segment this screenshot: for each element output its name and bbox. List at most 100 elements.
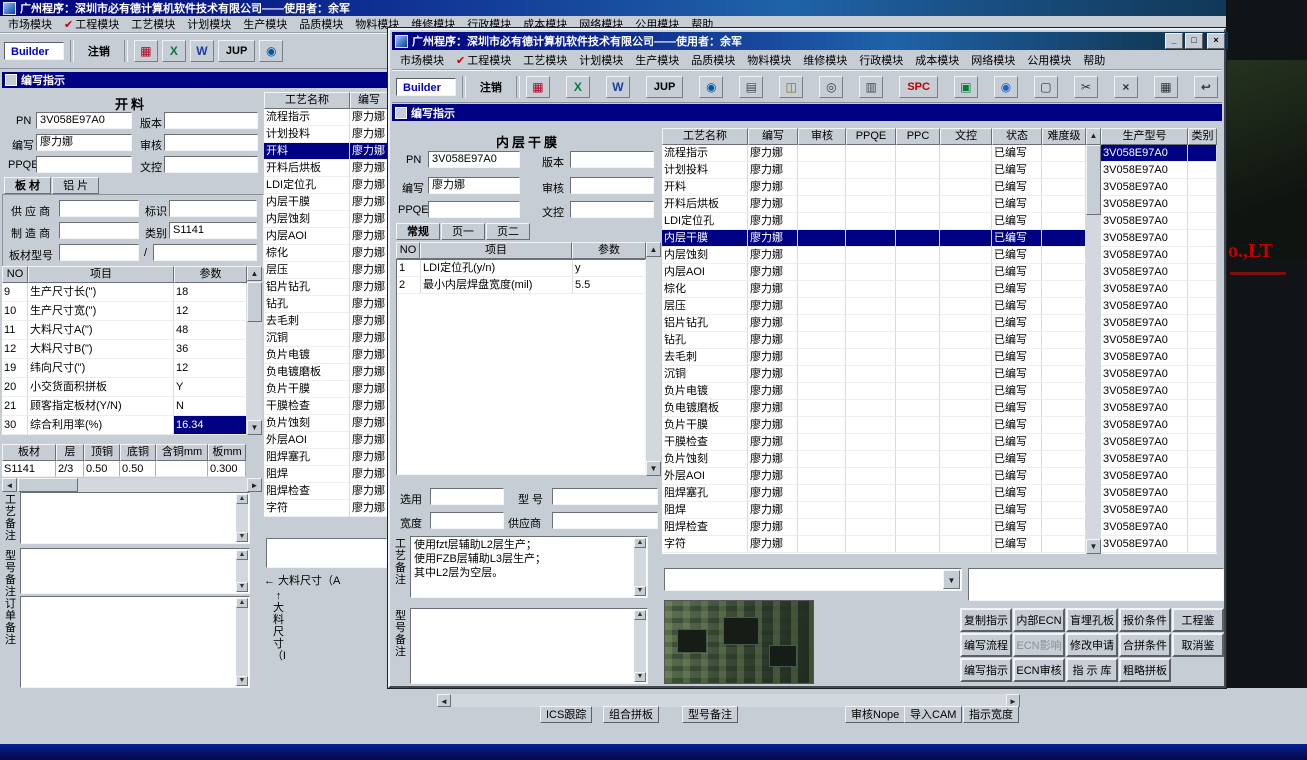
menu-item-工艺模块[interactable]: 工艺模块 <box>125 15 181 33</box>
ppqe-field[interactable] <box>428 201 520 218</box>
param-row[interactable]: 10 生产尺寸宽(") 12 <box>2 302 247 321</box>
process-row[interactable]: 沉铜 廖力娜 <box>264 330 390 347</box>
tab-board[interactable]: 板 材 <box>4 177 52 194</box>
bottom-button-指示宽度[interactable]: 指示宽度 <box>963 706 1019 723</box>
column-header-底铜[interactable]: 底铜 <box>120 444 156 461</box>
board-row[interactable]: S1141 2/3 0.50 0.50 0.300 <box>2 461 246 477</box>
model-row[interactable]: 3V058E97A0 <box>1101 196 1217 213</box>
word-icon[interactable]: W <box>189 40 214 62</box>
process-row[interactable]: 内层AOI 廖力娜 已编写 <box>662 264 1086 281</box>
process-row[interactable]: 沉铜 廖力娜 已编写 <box>662 366 1086 383</box>
action-button-编写流程[interactable]: 编写流程 <box>960 633 1012 657</box>
save-icon[interactable]: ▦ <box>1153 75 1178 98</box>
jup-button[interactable]: JUP <box>217 40 256 62</box>
logout-button[interactable]: 注销 <box>472 77 510 97</box>
model-row[interactable]: 3V058E97A0 <box>1101 451 1217 468</box>
column-header-项目[interactable]: 项目 <box>420 242 572 259</box>
action-button-内部ECN[interactable]: 内部ECN <box>1013 608 1065 632</box>
param-row[interactable]: 21 顾客指定板材(Y/N) N <box>2 397 247 416</box>
action-button-粗略拼板[interactable]: 粗略拼板 <box>1119 658 1171 682</box>
action-button-报价条件[interactable]: 报价条件 <box>1119 608 1171 632</box>
model-row[interactable]: 3V058E97A0 <box>1101 264 1217 281</box>
menu-item-生产模块[interactable]: 生产模块 <box>237 15 293 33</box>
globe-icon[interactable]: ◉ <box>993 75 1018 98</box>
column-header-工艺名称[interactable]: 工艺名称 <box>662 128 748 145</box>
process-row[interactable]: 内层蚀刻 廖力娜 <box>264 211 390 228</box>
maker-field[interactable] <box>59 222 139 239</box>
process-row[interactable]: LDI定位孔 廖力娜 已编写 <box>662 213 1086 230</box>
model-row[interactable]: 3V058E97A0 <box>1101 162 1217 179</box>
model-row[interactable]: 3V058E97A0 <box>1101 366 1217 383</box>
action-button-指 示 库[interactable]: 指 示 库 <box>1066 658 1118 682</box>
builder-combo[interactable]: Builder <box>396 77 456 96</box>
database-icon[interactable]: ◫ <box>779 75 804 98</box>
process-row[interactable]: 负片蚀刻 廖力娜 已编写 <box>662 451 1086 468</box>
users-icon[interactable]: ◎ <box>819 75 844 98</box>
select-field[interactable] <box>430 488 504 505</box>
param-row[interactable]: 1 LDI定位孔(y/n) y <box>397 260 645 277</box>
model-row[interactable]: 3V058E97A0 <box>1101 247 1217 264</box>
mark-field[interactable] <box>169 200 257 217</box>
model-row[interactable]: 3V058E97A0 <box>1101 179 1217 196</box>
bottom-button-审核Nope[interactable]: 审核Nope <box>845 706 906 723</box>
param-row[interactable]: 2 最小内层焊盘宽度(mil) 5.5 <box>397 277 645 294</box>
spc-button[interactable]: SPC <box>899 75 938 98</box>
process-row[interactable]: 阻焊 廖力娜 <box>264 466 390 483</box>
menu-item-帮助[interactable]: 帮助 <box>1077 51 1111 69</box>
column-header-文控[interactable]: 文控 <box>940 128 992 145</box>
version-field[interactable] <box>570 151 654 168</box>
combo-dropdown-icon[interactable]: ▼ <box>943 570 960 589</box>
column-header-板mm[interactable]: 板mm <box>208 444 246 461</box>
action-button-修改申请[interactable]: 修改申请 <box>1066 633 1118 657</box>
column-header-板材[interactable]: 板材 <box>2 444 56 461</box>
width-field[interactable] <box>430 512 504 529</box>
column-header-参数[interactable]: 参数 <box>174 266 247 283</box>
process-row[interactable]: 负电镀磨板 廖力娜 <box>264 364 390 381</box>
process-row[interactable]: 内层AOI 廖力娜 <box>264 228 390 245</box>
board-model-field[interactable] <box>59 244 139 261</box>
process-row[interactable]: 计划投料 廖力娜 <box>264 126 390 143</box>
tab-page2[interactable]: 页二 <box>486 223 530 240</box>
note-scrollbar[interactable]: ▲ ▼ <box>236 598 248 686</box>
action-button-ECN影响[interactable]: ECN影响 <box>1013 633 1065 657</box>
jup-button[interactable]: JUP <box>645 75 684 98</box>
bottom-button-导入CAM[interactable]: 导入CAM <box>904 706 963 723</box>
process-row[interactable]: 开料后烘板 廖力娜 <box>264 160 390 177</box>
column-header-参数[interactable]: 参数 <box>572 242 646 259</box>
process-row[interactable]: 负片干膜 廖力娜 已编写 <box>662 417 1086 434</box>
column-header-生产型号[interactable]: 生产型号 <box>1101 128 1188 145</box>
order-note-box[interactable]: ▲ ▼ <box>20 596 250 688</box>
process-row[interactable]: 流程指示 廖力娜 <box>264 109 390 126</box>
ppqe-field[interactable] <box>36 156 132 173</box>
process-row[interactable]: 外层AOI 廖力娜 已编写 <box>662 468 1086 485</box>
category-field[interactable]: S1141 <box>169 222 257 239</box>
doc-field[interactable] <box>164 156 258 173</box>
menu-item-工程模块[interactable]: ✔ 工程模块 <box>450 51 517 69</box>
fg-table-scrollbar[interactable]: ▼ <box>1086 145 1101 554</box>
writer-field[interactable]: 廖力娜 <box>36 134 132 151</box>
menu-item-生产模块[interactable]: 生产模块 <box>629 51 685 69</box>
process-row[interactable]: 阻焊塞孔 廖力娜 已编写 <box>662 485 1086 502</box>
column-header-含铜mm[interactable]: 含铜mm <box>156 444 208 461</box>
builder-combo[interactable]: Builder <box>4 42 64 60</box>
delete-icon[interactable]: × <box>1113 75 1138 98</box>
bg-param-scrollbar[interactable]: ▲ ▼ <box>247 266 262 435</box>
model-row[interactable]: 3V058E97A0 <box>1101 502 1217 519</box>
action-button-ECN审核[interactable]: ECN审核 <box>1013 658 1065 682</box>
doc-field[interactable] <box>570 201 654 218</box>
pn-field[interactable]: 3V058E97A0 <box>36 112 132 129</box>
new-doc-icon[interactable]: ▢ <box>1033 75 1058 98</box>
bg-titlebar[interactable]: 广州程序：深圳市必有德计算机软件技术有限公司——使用者：余军 <box>0 0 1307 16</box>
column-header-审核[interactable]: 审核 <box>798 128 846 145</box>
process-row[interactable]: 外层AOI 廖力娜 <box>264 432 390 449</box>
model-row[interactable]: 3V058E97A0 <box>1101 145 1217 162</box>
preview-eye-icon[interactable]: ◉ <box>259 40 284 62</box>
process-row[interactable]: 开料 廖力娜 已编写 <box>662 179 1086 196</box>
tab-general[interactable]: 常规 <box>396 223 440 240</box>
action-button-复制指示[interactable]: 复制指示 <box>960 608 1012 632</box>
minimize-button[interactable]: _ <box>1165 33 1183 49</box>
supplier-field[interactable] <box>552 512 658 529</box>
action-button-盲埋孔板[interactable]: 盲埋孔板 <box>1066 608 1118 632</box>
model-note-box[interactable]: ▲ ▼ <box>20 548 250 594</box>
process-row[interactable]: 阻焊检查 廖力娜 已编写 <box>662 519 1086 536</box>
